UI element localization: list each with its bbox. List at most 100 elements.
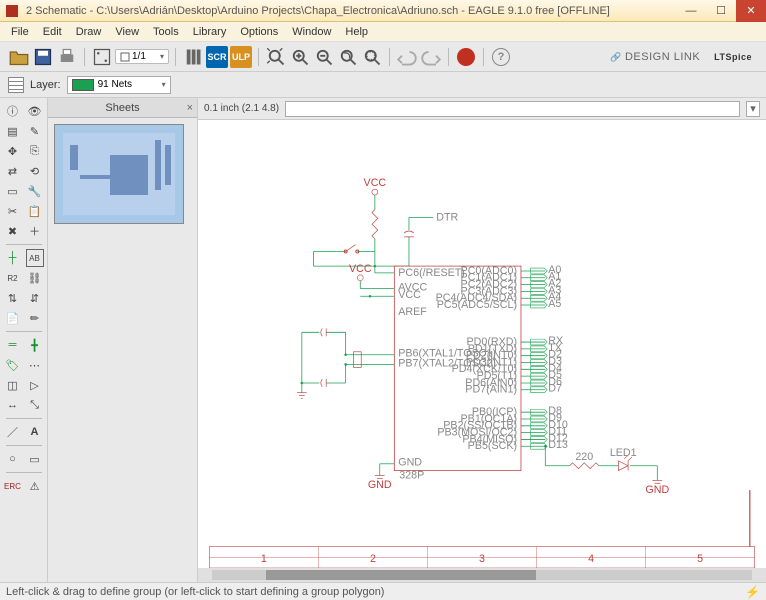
group-tool[interactable]: ▭ xyxy=(4,182,22,200)
info-tool[interactable]: ⓘ xyxy=(4,102,22,120)
svg-text:D13: D13 xyxy=(548,439,568,451)
open-button[interactable] xyxy=(8,46,30,68)
svg-text:4: 4 xyxy=(588,553,594,565)
edit-tool[interactable]: ✏ xyxy=(26,309,44,327)
label-tool[interactable]: 🏷 xyxy=(4,356,22,374)
layer-select[interactable]: ▾ xyxy=(67,76,171,94)
sheets-header: Sheets × xyxy=(48,98,197,118)
svg-text:5: 5 xyxy=(697,553,703,565)
zoom-redraw-button[interactable] xyxy=(337,46,359,68)
ratio-input[interactable] xyxy=(132,51,158,62)
rect-tool[interactable]: ▭ xyxy=(26,450,44,468)
svg-text:VCC: VCC xyxy=(349,263,372,275)
smash-tool[interactable]: ⛓ xyxy=(26,269,44,287)
copy-tool[interactable]: ⎘ xyxy=(26,142,44,160)
add-tool[interactable]: ＋ xyxy=(26,222,44,240)
zoom-fit-button[interactable] xyxy=(265,46,287,68)
ltspice-button[interactable]: LTSpice xyxy=(714,52,752,62)
coordinate-bar: 0.1 inch (2.1 4.8) ▾ xyxy=(198,98,766,120)
design-link-button[interactable]: 🔗 DESIGN LINK xyxy=(610,51,700,63)
menu-edit[interactable]: Edit xyxy=(36,24,69,40)
layer-tool[interactable]: ▤ xyxy=(4,122,22,140)
status-bar: Left-click & drag to define group (or le… xyxy=(0,582,766,600)
errors-tool[interactable]: ⚠ xyxy=(26,477,44,495)
help-button[interactable]: ? xyxy=(490,46,512,68)
svg-text:1: 1 xyxy=(261,553,267,565)
svg-text:AREF: AREF xyxy=(398,306,427,318)
delete-tool[interactable]: ✖ xyxy=(4,222,22,240)
mirror-tool[interactable]: ⇄ xyxy=(4,162,22,180)
command-dropdown[interactable]: ▾ xyxy=(746,101,760,117)
menu-draw[interactable]: Draw xyxy=(69,24,109,40)
replace-tool[interactable]: 📄 xyxy=(4,309,22,327)
sheets-panel: Sheets × xyxy=(48,98,198,582)
main-toolbar: ▾ SCR ULP ? 🔗 DESIGN LINK LTSpice xyxy=(0,42,766,72)
svg-text:A5: A5 xyxy=(548,298,561,310)
svg-text:PD7(AIN1): PD7(AIN1) xyxy=(465,384,517,396)
gateswap-tool[interactable]: ⇵ xyxy=(26,289,44,307)
text-tool[interactable]: A xyxy=(26,423,44,441)
dimension-tool[interactable]: ↔ xyxy=(4,396,22,414)
schematic-canvas[interactable]: 1 2 3 4 5 VCC DTR xyxy=(198,120,766,568)
menu-file[interactable]: File xyxy=(4,24,36,40)
svg-text:PB5(SCK): PB5(SCK) xyxy=(468,440,517,452)
grid-button[interactable] xyxy=(8,77,24,93)
attribute-tool[interactable]: ⋯ xyxy=(26,356,44,374)
zoom-in-button[interactable] xyxy=(289,46,311,68)
net-tool[interactable]: ┼ xyxy=(4,249,22,267)
menu-library[interactable]: Library xyxy=(186,24,234,40)
sheet-thumbnail[interactable] xyxy=(54,124,184,224)
board-button[interactable] xyxy=(91,46,113,68)
save-button[interactable] xyxy=(32,46,54,68)
module-tool[interactable]: ◫ xyxy=(4,376,22,394)
maximize-button[interactable]: ☐ xyxy=(706,0,736,22)
svg-text:3: 3 xyxy=(479,553,485,565)
mark-tool[interactable]: ✎ xyxy=(26,122,44,140)
move-tool[interactable]: ✥ xyxy=(4,142,22,160)
svg-text:328P: 328P xyxy=(399,469,424,481)
menu-view[interactable]: View xyxy=(108,24,146,40)
menu-options[interactable]: Options xyxy=(233,24,285,40)
print-button[interactable] xyxy=(56,46,78,68)
port-tool[interactable]: ▷ xyxy=(26,376,44,394)
command-input[interactable] xyxy=(285,101,740,117)
split-tool[interactable]: ⤡ xyxy=(26,396,44,414)
layer-input[interactable] xyxy=(98,79,158,90)
undo-button[interactable] xyxy=(396,46,418,68)
change-tool[interactable]: 🔧 xyxy=(26,182,44,200)
junction-tool[interactable]: ╋ xyxy=(26,336,44,354)
menu-tools[interactable]: Tools xyxy=(146,24,186,40)
paste-tool[interactable]: 📋 xyxy=(26,202,44,220)
menu-help[interactable]: Help xyxy=(338,24,375,40)
wire-tool[interactable]: ／ xyxy=(4,423,22,441)
circle-tool[interactable]: ○ xyxy=(4,450,22,468)
scr-button[interactable]: SCR xyxy=(206,46,228,68)
rotate-tool[interactable]: ⟲ xyxy=(26,162,44,180)
erc-tool[interactable]: ERC xyxy=(4,477,22,495)
show-tool[interactable]: 👁 xyxy=(26,102,44,120)
redo-button[interactable] xyxy=(420,46,442,68)
sheet-ratio[interactable]: ▾ xyxy=(115,49,169,64)
minimize-button[interactable]: — xyxy=(676,0,706,22)
zoom-out-button[interactable] xyxy=(313,46,335,68)
value-tool[interactable]: R2 xyxy=(4,269,22,287)
svg-text:VCC: VCC xyxy=(364,177,387,189)
horizontal-scrollbar[interactable] xyxy=(198,568,766,582)
library-button[interactable] xyxy=(182,46,204,68)
svg-text:GND: GND xyxy=(398,457,422,469)
cut-tool[interactable]: ✂ xyxy=(4,202,22,220)
svg-text:GND: GND xyxy=(368,479,392,491)
pinswap-tool[interactable]: ⇅ xyxy=(4,289,22,307)
close-button[interactable]: ✕ xyxy=(736,0,766,22)
stop-button[interactable] xyxy=(455,46,477,68)
zoom-select-button[interactable] xyxy=(361,46,383,68)
ulp-button[interactable]: ULP xyxy=(230,46,252,68)
name-tool[interactable]: AB xyxy=(26,249,44,267)
title-bar: 2 Schematic - C:\Users\Adrián\Desktop\Ar… xyxy=(0,0,766,22)
sheets-close-button[interactable]: × xyxy=(187,102,193,114)
menu-window[interactable]: Window xyxy=(285,24,338,40)
layer-label: Layer: xyxy=(30,79,61,91)
tool-palette: ⓘ👁 ▤✎ ✥⎘ ⇄⟲ ▭🔧 ✂📋 ✖＋ ┼AB R2⛓ ⇅⇵ 📄✏ ═╋ 🏷⋯… xyxy=(0,98,48,582)
window-title: 2 Schematic - C:\Users\Adrián\Desktop\Ar… xyxy=(26,5,676,17)
bus-tool[interactable]: ═ xyxy=(4,336,22,354)
